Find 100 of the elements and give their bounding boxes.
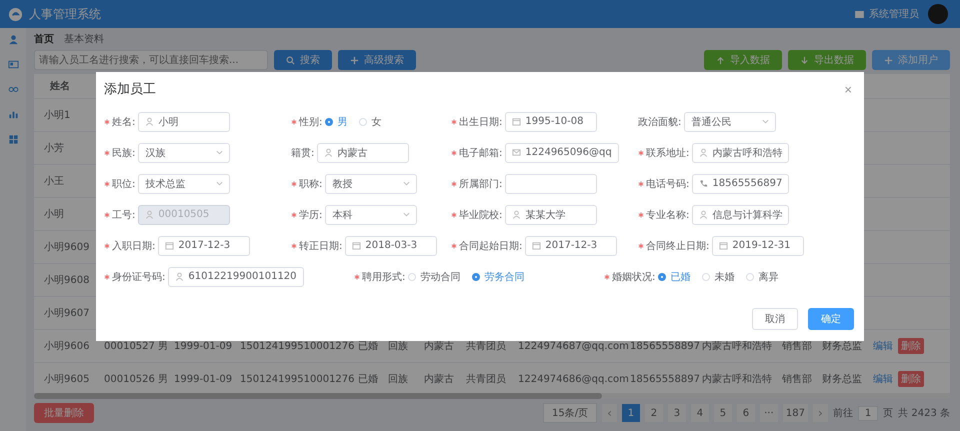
envelope-icon bbox=[512, 148, 522, 157]
radio-option[interactable]: 劳动合同 bbox=[408, 270, 460, 284]
field-label: 婚姻状况: bbox=[604, 270, 656, 284]
page-button[interactable]: 1 bbox=[622, 404, 640, 422]
radio-option[interactable]: 女 bbox=[359, 114, 382, 128]
select-field[interactable]: 汉族 bbox=[138, 142, 230, 162]
select-field[interactable]: 普通公民 bbox=[684, 112, 776, 132]
page-button[interactable]: 4 bbox=[690, 404, 709, 422]
person-icon bbox=[145, 117, 154, 126]
person-icon bbox=[699, 148, 708, 157]
card-icon[interactable] bbox=[8, 59, 18, 70]
input-field[interactable]: 内蒙古呼和浩特 bbox=[692, 142, 790, 162]
advanced-search-button[interactable]: 高级搜索 bbox=[338, 50, 416, 70]
date-field[interactable]: 2017-12-3 bbox=[525, 236, 618, 256]
goto-page-field[interactable]: 1 bbox=[858, 406, 878, 420]
table-cell: 1224974686@qq.com bbox=[518, 374, 630, 384]
select-field[interactable]: 教授 bbox=[325, 174, 418, 194]
calendar-icon bbox=[512, 117, 522, 126]
caret-icon bbox=[762, 119, 770, 124]
table-cell-text: 共青团员 bbox=[466, 340, 507, 353]
edit-link[interactable]: 编辑 bbox=[870, 371, 896, 387]
export-button[interactable]: 导出数据 bbox=[788, 50, 866, 70]
radio-option[interactable]: 男 bbox=[325, 114, 348, 128]
required-mark-icon bbox=[638, 150, 644, 156]
table-cell-text: 小明1 bbox=[43, 108, 72, 122]
search-field[interactable]: 请输入员工名进行搜索，可以直接回车搜索... bbox=[34, 50, 268, 70]
up-arrow-icon bbox=[716, 56, 725, 64]
radio-option[interactable]: 已婚 bbox=[658, 270, 690, 284]
delete-button[interactable]: 删除 bbox=[898, 338, 924, 354]
table-cell-text: 男 bbox=[158, 340, 169, 353]
required-mark-icon bbox=[604, 274, 610, 280]
import-button[interactable]: 导入数据 bbox=[704, 50, 782, 70]
input-field[interactable]: 1224965096@qq bbox=[505, 142, 619, 162]
page-button[interactable]: 3 bbox=[668, 404, 686, 422]
required-mark-icon bbox=[451, 150, 457, 156]
page-button[interactable]: 187 bbox=[782, 404, 808, 422]
table-cell-text: 1999-01-09 bbox=[174, 374, 234, 384]
field-label: 入职日期: bbox=[104, 238, 156, 252]
page-button[interactable]: ··· bbox=[760, 404, 778, 422]
next-page-button[interactable]: › bbox=[813, 404, 828, 422]
field-label: 职称: bbox=[291, 176, 322, 190]
input-field[interactable]: 内蒙古 bbox=[317, 142, 410, 162]
table-cell-text: 小明9609 bbox=[43, 240, 90, 254]
table-cell-text: 00010527 bbox=[104, 340, 156, 352]
required-mark-icon bbox=[638, 212, 644, 218]
field-label: 性别: bbox=[291, 114, 322, 128]
required-mark-icon bbox=[451, 118, 457, 124]
cancel-button[interactable]: 取消 bbox=[752, 308, 798, 330]
add-user-button[interactable]: 添加用户 bbox=[872, 50, 950, 70]
delete-button[interactable]: 删除 bbox=[898, 371, 924, 387]
input-field[interactable]: 某某大学 bbox=[505, 204, 598, 224]
input-field[interactable]: 信息与计算科学 bbox=[692, 204, 790, 224]
input-field[interactable]: 小明 bbox=[138, 112, 230, 132]
confirm-button[interactable]: 确定 bbox=[808, 308, 854, 330]
input-field[interactable] bbox=[505, 174, 598, 194]
table-cell-text: 小王 bbox=[43, 174, 65, 188]
edit-link[interactable]: 编辑 bbox=[870, 338, 896, 354]
search-icon bbox=[286, 56, 295, 64]
required-mark-icon bbox=[354, 274, 360, 280]
glasses-icon[interactable] bbox=[8, 84, 18, 95]
table-cell-text: 小明9605 bbox=[43, 372, 90, 386]
avatar[interactable] bbox=[928, 4, 948, 24]
date-field[interactable]: 2017-12-3 bbox=[158, 236, 250, 256]
bulk-delete-button[interactable]: 批量删除 bbox=[34, 403, 94, 423]
previous-page-button[interactable]: ‹ bbox=[602, 404, 617, 422]
scrollbar[interactable] bbox=[34, 393, 950, 399]
field-label: 毕业院校: bbox=[451, 208, 502, 222]
close-button[interactable]: × bbox=[842, 82, 854, 96]
page-button[interactable]: 2 bbox=[644, 404, 663, 422]
input-field[interactable]: 61012219900101120 bbox=[168, 266, 304, 286]
breadcrumb-item[interactable]: 首页 bbox=[34, 32, 54, 46]
chart-icon[interactable] bbox=[8, 109, 18, 120]
page-button[interactable]: 5 bbox=[714, 404, 732, 422]
table-cell-text: 18565558897 bbox=[630, 374, 701, 384]
table-cell: 1224974687@qq.com bbox=[518, 340, 630, 352]
date-field[interactable]: 2018-03-3 bbox=[345, 236, 438, 256]
input-field[interactable]: 18565556897 bbox=[692, 174, 790, 194]
table-cell-text: 内蒙古 bbox=[424, 372, 455, 386]
calendar-icon bbox=[719, 241, 728, 250]
page-button[interactable]: 6 bbox=[736, 404, 755, 422]
windows-icon[interactable] bbox=[8, 134, 18, 145]
date-field[interactable]: 2019-12-31 bbox=[712, 236, 804, 256]
breadcrumb-item[interactable]: 基本资料 bbox=[64, 32, 104, 46]
select-field[interactable]: 技术总监 bbox=[138, 174, 230, 194]
radio-option[interactable]: 劳务合同 bbox=[472, 270, 524, 284]
field-label: 身份证号码: bbox=[104, 270, 166, 284]
radio-option[interactable]: 离异 bbox=[746, 270, 778, 284]
page-size-select[interactable]: 15条/页 bbox=[543, 403, 598, 423]
field-label: 出生日期: bbox=[451, 114, 502, 128]
envelope-icon[interactable] bbox=[855, 10, 864, 18]
search-button[interactable]: 搜索 bbox=[274, 50, 332, 70]
table-cell-text: 已婚 bbox=[358, 373, 379, 386]
radio-option[interactable]: 未婚 bbox=[702, 270, 734, 284]
field-label: 所属部门: bbox=[451, 176, 502, 190]
table-cell-text: 已婚 bbox=[358, 340, 379, 353]
user-name[interactable]: 系统管理员 bbox=[869, 7, 919, 21]
goto-label: 前往 bbox=[832, 406, 853, 420]
select-field[interactable]: 本科 bbox=[325, 204, 418, 224]
person-icon[interactable] bbox=[8, 34, 18, 45]
date-field[interactable]: 1995-10-08 bbox=[505, 112, 598, 132]
